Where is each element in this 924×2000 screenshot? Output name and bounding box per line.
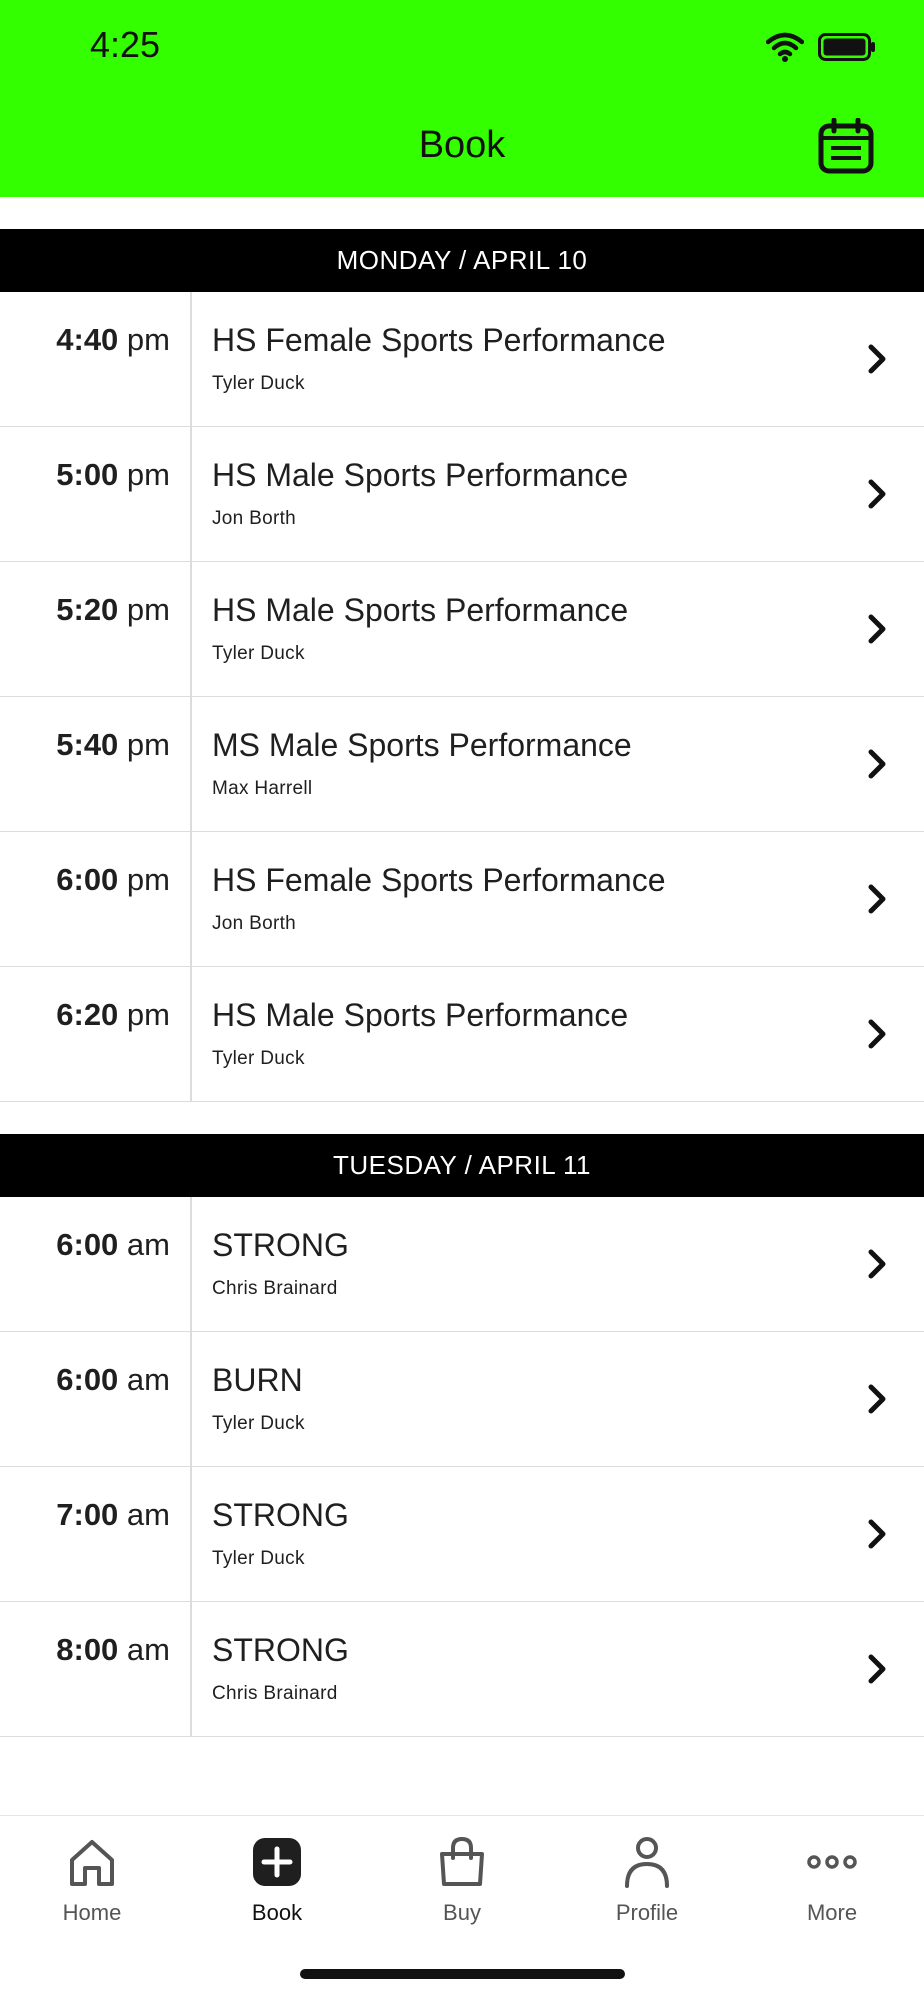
instructor-name: Max Harrell (212, 778, 313, 799)
tab-book-label: Book (251, 1900, 303, 1925)
class-row[interactable]: 6:00 pm HS Female Sports Performance Jon … (0, 832, 924, 967)
class-name: BURN (212, 1362, 303, 1398)
instructor-name: Tyler Duck (212, 643, 305, 664)
shopping-bag-icon (440, 1836, 484, 1886)
status-icons (766, 32, 876, 62)
instructor-name: Tyler Duck (212, 1048, 305, 1069)
class-time: 6:00 pm (0, 832, 192, 966)
class-row[interactable]: 8:00 am STRONG Chris Brainard (0, 1602, 924, 1737)
class-time: 5:40 pm (0, 697, 192, 831)
instructor-name: Tyler Duck (212, 1413, 305, 1434)
class-row[interactable]: 6:20 pm HS Male Sports Performance Tyler … (0, 967, 924, 1102)
class-row[interactable]: 5:40 pm MS Male Sports Performance Max Ha… (0, 697, 924, 832)
tab-profile[interactable]: Profile (555, 1834, 739, 1926)
class-row[interactable]: 6:00 am BURN Tyler Duck (0, 1332, 924, 1467)
class-name: STRONG (212, 1227, 349, 1263)
chevron-right-icon (868, 1384, 886, 1414)
class-name: HS Female Sports Performance (212, 322, 666, 358)
class-name: HS Male Sports Performance (212, 997, 629, 1033)
class-time: 5:20 pm (0, 562, 192, 696)
day-header: TUESDAY / APRIL 11 (0, 1134, 924, 1197)
tab-profile-label: Profile (615, 1900, 679, 1925)
day-header: MONDAY / APRIL 10 (0, 229, 924, 292)
class-row[interactable]: 4:40 pm HS Female Sports Performance Tyle… (0, 292, 924, 427)
class-time: 4:40 pm (0, 292, 192, 426)
schedule-list: MONDAY / APRIL 10 4:40 pm HS Female Spor… (0, 229, 924, 1737)
page-title: Book (418, 124, 506, 166)
class-name: HS Male Sports Performance (212, 457, 629, 493)
app-header: 4:25 Book (0, 0, 924, 197)
instructor-name: Jon Borth (212, 913, 297, 934)
chevron-right-icon (868, 1654, 886, 1684)
chevron-right-icon (868, 479, 886, 509)
tab-buy[interactable]: Buy (370, 1834, 554, 1926)
tab-more[interactable]: More (740, 1834, 924, 1926)
class-time: 7:00 am (0, 1467, 192, 1601)
class-time: 6:00 am (0, 1197, 192, 1331)
tab-book[interactable]: Book (185, 1834, 369, 1926)
class-name: HS Male Sports Performance (212, 592, 629, 628)
home-indicator (300, 1969, 625, 1979)
calendar-icon[interactable] (818, 118, 874, 174)
instructor-name: Tyler Duck (212, 373, 305, 394)
more-dots-icon (807, 1855, 857, 1869)
instructor-name: Tyler Duck (212, 1548, 305, 1569)
chevron-right-icon (868, 884, 886, 914)
home-icon (70, 1840, 114, 1886)
class-row[interactable]: 5:20 pm HS Male Sports Performance Tyler … (0, 562, 924, 697)
class-row[interactable]: 5:00 pm HS Male Sports Performance Jon Bo… (0, 427, 924, 562)
chevron-right-icon (868, 749, 886, 779)
chevron-right-icon (868, 1249, 886, 1279)
tab-buy-label: Buy (443, 1900, 481, 1925)
instructor-name: Chris Brainard (212, 1278, 338, 1299)
instructor-name: Jon Borth (212, 508, 297, 529)
wifi-icon (766, 32, 804, 62)
chevron-right-icon (868, 344, 886, 374)
instructor-name: Chris Brainard (212, 1683, 338, 1704)
chevron-right-icon (868, 614, 886, 644)
chevron-right-icon (868, 1019, 886, 1049)
tab-more-label: More (806, 1900, 858, 1925)
class-time: 8:00 am (0, 1602, 192, 1736)
class-time: 6:00 am (0, 1332, 192, 1466)
tab-home[interactable]: Home (0, 1834, 184, 1926)
chevron-right-icon (868, 1519, 886, 1549)
class-time: 6:20 pm (0, 967, 192, 1101)
person-icon (625, 1837, 669, 1888)
class-row[interactable]: 7:00 am STRONG Tyler Duck (0, 1467, 924, 1602)
tab-home-label: Home (62, 1900, 122, 1925)
status-time: 4:25 (90, 24, 161, 65)
class-name: HS Female Sports Performance (212, 862, 666, 898)
plus-square-icon (253, 1838, 301, 1886)
class-time: 5:00 pm (0, 427, 192, 561)
class-name: MS Male Sports Performance (212, 727, 632, 763)
class-row[interactable]: 6:00 am STRONG Chris Brainard (0, 1197, 924, 1332)
class-name: STRONG (212, 1632, 349, 1668)
class-name: STRONG (212, 1497, 349, 1533)
battery-icon (818, 33, 875, 61)
